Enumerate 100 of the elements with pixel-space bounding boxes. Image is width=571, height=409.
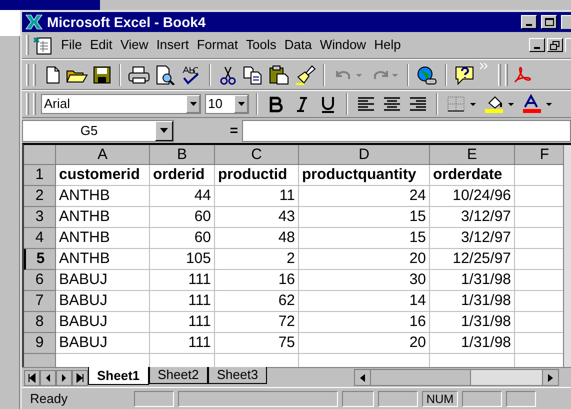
table-cell: BABUJ: [56, 312, 150, 333]
table-cell: 15: [299, 228, 430, 249]
table-cell: 24: [299, 186, 430, 207]
new-document-icon[interactable]: [44, 64, 62, 84]
window-title: Microsoft Excel - Book4: [47, 12, 206, 32]
table-cell: 72: [215, 312, 299, 333]
name-box[interactable]: G5: [22, 120, 174, 142]
table-cell: BABUJ: [56, 333, 150, 354]
table-cell: ANTHB: [56, 186, 150, 207]
table-cell: 111: [150, 270, 215, 291]
sheet-tab[interactable]: Sheet3: [208, 367, 268, 384]
status-panel: [378, 390, 418, 406]
horizontal-scrollbar[interactable]: [354, 369, 559, 386]
restore-button[interactable]: [547, 38, 563, 52]
paintbrush-icon[interactable]: [294, 64, 316, 84]
table-cell: 1/31/98: [430, 291, 515, 312]
maximize-button[interactable]: [541, 15, 557, 29]
column-header[interactable]: A: [56, 145, 150, 165]
row-header[interactable]: 9: [24, 333, 56, 354]
vertical-scrollbar[interactable]: [563, 145, 571, 367]
column-header[interactable]: E: [430, 145, 515, 165]
next-sheet-icon[interactable]: [56, 370, 72, 386]
table-cell: ANTHB: [56, 249, 150, 270]
minimize-button[interactable]: [529, 38, 545, 52]
scroll-right-icon[interactable]: [548, 374, 553, 382]
menu-item[interactable]: Insert: [152, 35, 193, 55]
font-size-dropdown[interactable]: 10: [205, 94, 249, 114]
table-cell: 12/25/97: [430, 249, 515, 270]
caret-icon: [238, 102, 244, 106]
sheet-tab[interactable]: Sheet2: [148, 367, 208, 384]
table-cell: 20: [299, 333, 430, 354]
row-header[interactable]: 2: [24, 186, 56, 207]
excel-logo-icon: [25, 14, 43, 30]
formula-input[interactable]: [242, 120, 571, 142]
menu-item[interactable]: File: [57, 35, 86, 55]
copy-icon[interactable]: [242, 64, 264, 84]
previous-sheet-icon[interactable]: [40, 370, 56, 386]
table-cell: productquantity: [299, 165, 430, 186]
table-cell: 111: [150, 333, 215, 354]
table-cell: BABUJ: [56, 270, 150, 291]
table-cell: 3/12/97: [430, 207, 515, 228]
table-cell: 43: [215, 207, 299, 228]
workbook-icon[interactable]: [33, 35, 53, 55]
font-color-icon[interactable]: [521, 94, 555, 114]
num-lock-indicator: NUM: [422, 390, 458, 406]
table-cell: 62: [215, 291, 299, 312]
status-text: Ready: [30, 390, 69, 408]
menu-item[interactable]: Help: [370, 35, 405, 55]
menu-item[interactable]: Tools: [242, 35, 280, 55]
font-dropdown[interactable]: Arial: [41, 94, 201, 114]
row-header[interactable]: 7: [24, 291, 56, 312]
menu-item[interactable]: Format: [192, 35, 242, 55]
row-header[interactable]: 8: [24, 312, 56, 333]
table-cell: 10/24/96: [430, 186, 515, 207]
minimize-button[interactable]: [521, 15, 537, 29]
table-cell: orderdate: [430, 165, 515, 186]
help-icon[interactable]: [454, 64, 476, 84]
table-cell: BABUJ: [56, 291, 150, 312]
column-header[interactable]: F: [515, 145, 563, 165]
menu-item[interactable]: View: [116, 35, 152, 55]
menu-item[interactable]: Edit: [86, 35, 116, 55]
scissors-icon[interactable]: [218, 64, 238, 84]
table-cell: 75: [215, 333, 299, 354]
acrobat-icon[interactable]: [512, 64, 534, 84]
column-header[interactable]: B: [150, 145, 215, 165]
menu-item[interactable]: Window: [316, 35, 370, 55]
scroll-left-icon[interactable]: [360, 374, 365, 382]
status-panel: [342, 390, 374, 406]
globe-icon[interactable]: [416, 64, 438, 84]
row-header[interactable]: 5: [24, 249, 56, 270]
column-header[interactable]: D: [299, 145, 430, 165]
menu-item[interactable]: Data: [280, 35, 316, 55]
sheet-tab[interactable]: Sheet1: [88, 367, 149, 385]
row-header[interactable]: 6: [24, 270, 56, 291]
table-cell: ANTHB: [56, 207, 150, 228]
table-cell: 44: [150, 186, 215, 207]
last-sheet-icon[interactable]: [72, 370, 88, 386]
fill-color-icon[interactable]: [483, 94, 517, 114]
first-sheet-icon[interactable]: [24, 370, 40, 386]
paste-icon[interactable]: [268, 64, 290, 84]
row-header[interactable]: 3: [24, 207, 56, 228]
table-cell: 1/31/98: [430, 312, 515, 333]
printer-icon[interactable]: [128, 64, 150, 84]
row-header[interactable]: 1: [24, 165, 56, 186]
status-panel: [506, 390, 536, 406]
table-cell: 30: [299, 270, 430, 291]
caret-icon: [190, 102, 196, 106]
table-cell: 16: [299, 312, 430, 333]
table-cell: 20: [299, 249, 430, 270]
print-preview-icon[interactable]: [154, 64, 176, 84]
table-cell: 105: [150, 249, 215, 270]
borders-icon[interactable]: [445, 94, 479, 114]
table-cell: customerid: [56, 165, 150, 186]
table-cell: productid: [215, 165, 299, 186]
save-icon[interactable]: [92, 64, 112, 84]
row-header[interactable]: 4: [24, 228, 56, 249]
table-cell: 3/12/97: [430, 228, 515, 249]
table-cell: 15: [299, 207, 430, 228]
column-header[interactable]: C: [215, 145, 299, 165]
table-cell: 111: [150, 312, 215, 333]
